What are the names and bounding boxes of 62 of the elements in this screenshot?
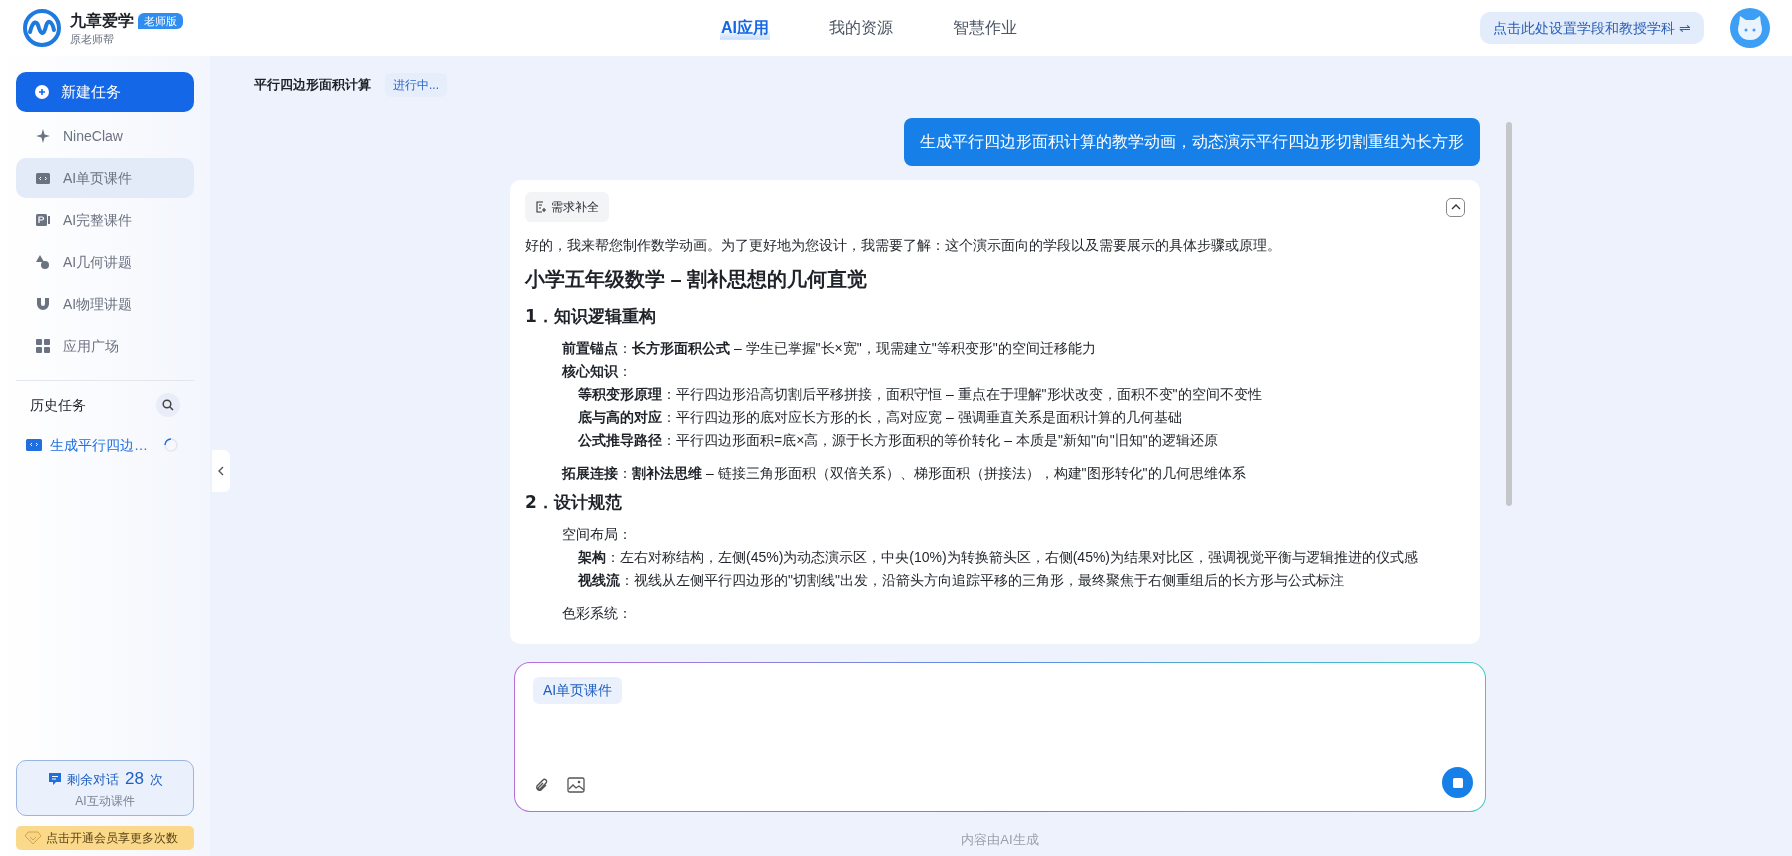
chevron-up-icon [1450, 204, 1461, 210]
stop-button[interactable] [1442, 767, 1473, 798]
sidebar-item[interactable]: AI完整课件 [16, 200, 194, 240]
search-icon [162, 399, 174, 411]
code-folder-icon [35, 170, 51, 186]
sidebar-item[interactable]: AI单页课件 [16, 158, 194, 198]
grid-icon [35, 338, 51, 354]
sidebar-item[interactable]: AI几何讲题 [16, 242, 194, 282]
scrollbar-thumb[interactable] [1506, 122, 1512, 506]
history-item[interactable]: 生成平行四边… [16, 427, 194, 463]
shapes-icon [35, 254, 51, 270]
edition-badge: 老师版 [138, 12, 183, 30]
sparkle-icon [35, 128, 51, 144]
user-message: 生成平行四边形面积计算的教学动画，动态演示平行四边形切割重组为长方形 [904, 118, 1480, 166]
history-title: 历史任务 [30, 395, 86, 415]
task-status: 进行中... [385, 73, 447, 97]
reply-line: 等积变形原理：平行四边形沿高切割后平移拼接，面积守恒 – 重点在于理解"形状改变，面积不变"的空间不变性 [577, 385, 1263, 404]
requirement-chip: 需求补全 [525, 192, 609, 222]
nav-tab[interactable]: 我的资源 [828, 16, 894, 40]
reply-line: 公式推导路径：平行四边形面积=底×高，源于长方形面积的等价转化 – 本质是"新知"向"旧知"的逻辑还原 [577, 431, 1219, 450]
section-heading: 1．知识逻辑重构 [525, 305, 657, 328]
collapse-button[interactable] [1446, 197, 1465, 217]
task-title: 平行四边形面积计算 [254, 76, 371, 95]
chevron-left-icon [217, 466, 225, 476]
quota-caption: AI互动课件 [75, 792, 135, 810]
plus-circle-icon [35, 85, 49, 99]
composer-field[interactable]: AI单页课件 [515, 663, 1485, 811]
image-icon[interactable] [567, 777, 585, 793]
document-add-icon [535, 201, 547, 213]
mode-tag[interactable]: AI单页课件 [533, 677, 623, 704]
reply-line: 底与高的对应：平行四边形的底对应长方形的长，高对应宽 – 强调垂直关系是面积计算的几何基础 [577, 408, 1183, 427]
sidebar-item[interactable]: AI物理讲题 [16, 284, 194, 324]
reply-line: 空间布局： [561, 525, 633, 544]
nav-tab[interactable]: 智慧作业 [952, 16, 1018, 40]
stop-icon [1452, 777, 1463, 788]
code-folder-icon [26, 438, 42, 452]
reply-line: 色彩系统： [561, 604, 633, 623]
reply-line: 前置锚点：长方形面积公式 – 学生已掌握"长×宽"，现需建立"等积变形"的空间迁移能力 [561, 339, 1097, 358]
reply-paragraph: 好的，我来帮您制作数学动画。为了更好地为您设计，我需要了解：这个演示面向的学段以及需要展示的具体步骤或原理。 [525, 236, 1282, 255]
diamond-icon [24, 831, 42, 845]
reply-line: 核心知识： [561, 362, 633, 381]
reply-line: 视线流：视线从左侧平行四边形的"切割线"出发，沿箭头方向追踪平移的三角形，最终聚焦于右侧重组后的长方形与公式标注 [577, 571, 1345, 590]
new-task-button[interactable]: 新建任务 [16, 72, 194, 112]
magnet-icon [35, 296, 51, 312]
avatar-icon[interactable] [1730, 8, 1770, 48]
search-button[interactable] [156, 393, 180, 417]
section-heading: 2．设计规范 [525, 491, 623, 514]
slides-icon [35, 212, 51, 228]
subject-settings-button[interactable]: 点击此处设置学段和教授学科 ⇌ [1480, 12, 1704, 44]
sidebar-item[interactable]: NineClaw [16, 116, 194, 156]
sidebar-item[interactable]: 应用广场 [16, 326, 194, 366]
reply-line: 拓展连接：割补法思维 – 链接三角形面积（双倍关系）、梯形面积（拼接法），构建"图形转化"的几何思维体系 [560, 464, 1247, 483]
brand-subtitle: 原老师帮 [70, 33, 115, 47]
chat-bubble-icon [47, 771, 64, 787]
ai-disclaimer: 内容由AI生成 [961, 831, 1039, 849]
reply-line: 架构：左右对称结构，左侧(45%)为动态演示区，中央(10%)为转换箭头区，右侧(45%)为结果对比区，强调视觉平衡与逻辑推进的仪式感 [577, 548, 1420, 567]
logo-icon [22, 8, 62, 48]
nav-tab[interactable]: AI应用 [720, 16, 770, 40]
remaining-chats: 剩余对话 28 次 [67, 768, 163, 791]
membership-button[interactable]: 点击开通会员享更多次数 [16, 826, 194, 850]
brand-name: 九章爱学 [70, 11, 134, 32]
reply-heading: 小学五年级数学 – 割补思想的几何直觉 [525, 267, 869, 292]
